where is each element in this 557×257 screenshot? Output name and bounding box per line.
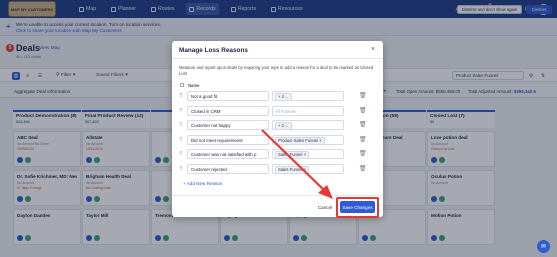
chat-icon[interactable]: ✉ bbox=[537, 240, 550, 253]
arrow-shaft bbox=[261, 129, 326, 192]
annotation-arrow bbox=[261, 129, 333, 199]
